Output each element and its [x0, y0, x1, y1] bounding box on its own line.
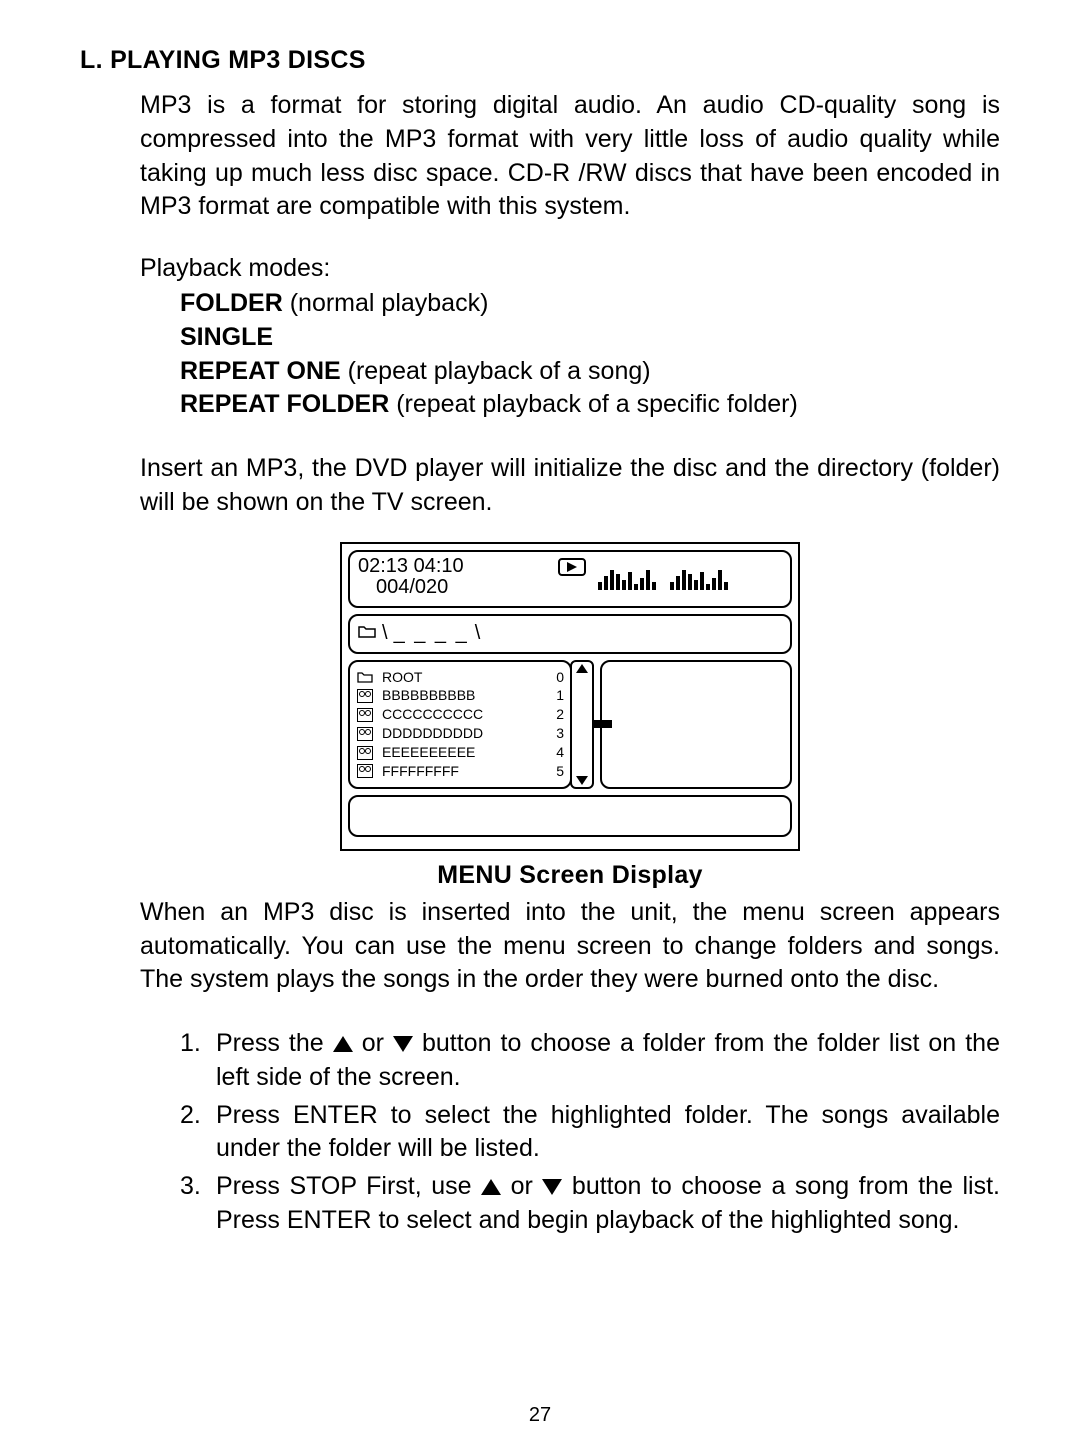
track-counter: 004/020: [376, 577, 558, 598]
up-arrow-icon: [333, 1036, 353, 1052]
path-panel: \ _ _ _ _ \: [348, 614, 792, 654]
scroll-down-icon: [576, 776, 588, 785]
figure-caption: MENU Screen Display: [340, 861, 800, 890]
mp3-file-icon: [356, 708, 374, 722]
mode-repeat-folder: REPEAT FOLDER (repeat playback of a spec…: [180, 388, 1000, 422]
mode-repeat-one: REPEAT ONE (repeat playback of a song): [180, 355, 1000, 389]
time-total: 04:10: [414, 555, 464, 577]
step-2: 2. Press ENTER to select the highlighted…: [140, 1099, 1000, 1167]
section-heading: L. PLAYING MP3 DISCS: [80, 46, 1000, 75]
folder-icon: [356, 671, 374, 683]
playback-modes-lead: Playback modes:: [140, 254, 1000, 283]
insert-paragraph: Insert an MP3, the DVD player will initi…: [140, 452, 1000, 520]
mp3-file-icon: [356, 746, 374, 760]
play-icon: [558, 558, 586, 576]
step-3: 3. Press STOP First, use or button to ch…: [140, 1170, 1000, 1238]
time-elapsed: 02:13: [358, 555, 408, 577]
intro-paragraph: MP3 is a format for storing digital audi…: [140, 89, 1000, 224]
down-arrow-icon: [393, 1036, 413, 1052]
list-item: ROOT0: [356, 668, 564, 687]
mode-single: SINGLE: [180, 321, 1000, 355]
down-arrow-icon: [542, 1179, 562, 1195]
menu-screen-figure: 02:13 04:10 004/020: [340, 542, 800, 890]
list-item: EEEEEEEEEE4: [356, 743, 564, 762]
folder-icon: [358, 624, 376, 643]
list-item: DDDDDDDDDD3: [356, 724, 564, 743]
list-item: BBBBBBBBBB1: [356, 686, 564, 705]
list-item: FFFFFFFFF5: [356, 762, 564, 781]
mp3-file-icon: [356, 764, 374, 778]
menu-description: When an MP3 disc is inserted into the un…: [140, 896, 1000, 997]
path-separator-end: \: [475, 622, 481, 645]
path-dashes: _ _ _ _: [394, 622, 469, 645]
page-number: 27: [0, 1404, 1080, 1427]
mp3-file-icon: [356, 689, 374, 703]
bottom-panel: [348, 795, 792, 837]
mode-folder: FOLDER (normal playback): [180, 287, 1000, 321]
scrollbar: [570, 660, 594, 789]
folder-list-panel: ROOT0 BBBBBBBBBB1 CCCCCCCCCC2 DDDDD: [348, 660, 572, 789]
status-panel: 02:13 04:10 004/020: [348, 550, 792, 608]
scroll-up-icon: [576, 664, 588, 673]
visualization-panel: [600, 660, 792, 789]
path-separator: \: [382, 622, 388, 645]
step-1: 1. Press the or button to choose a folde…: [140, 1027, 1000, 1095]
equalizer-icon: [598, 562, 748, 595]
list-item: CCCCCCCCCC2: [356, 705, 564, 724]
up-arrow-icon: [481, 1179, 501, 1195]
mp3-file-icon: [356, 727, 374, 741]
